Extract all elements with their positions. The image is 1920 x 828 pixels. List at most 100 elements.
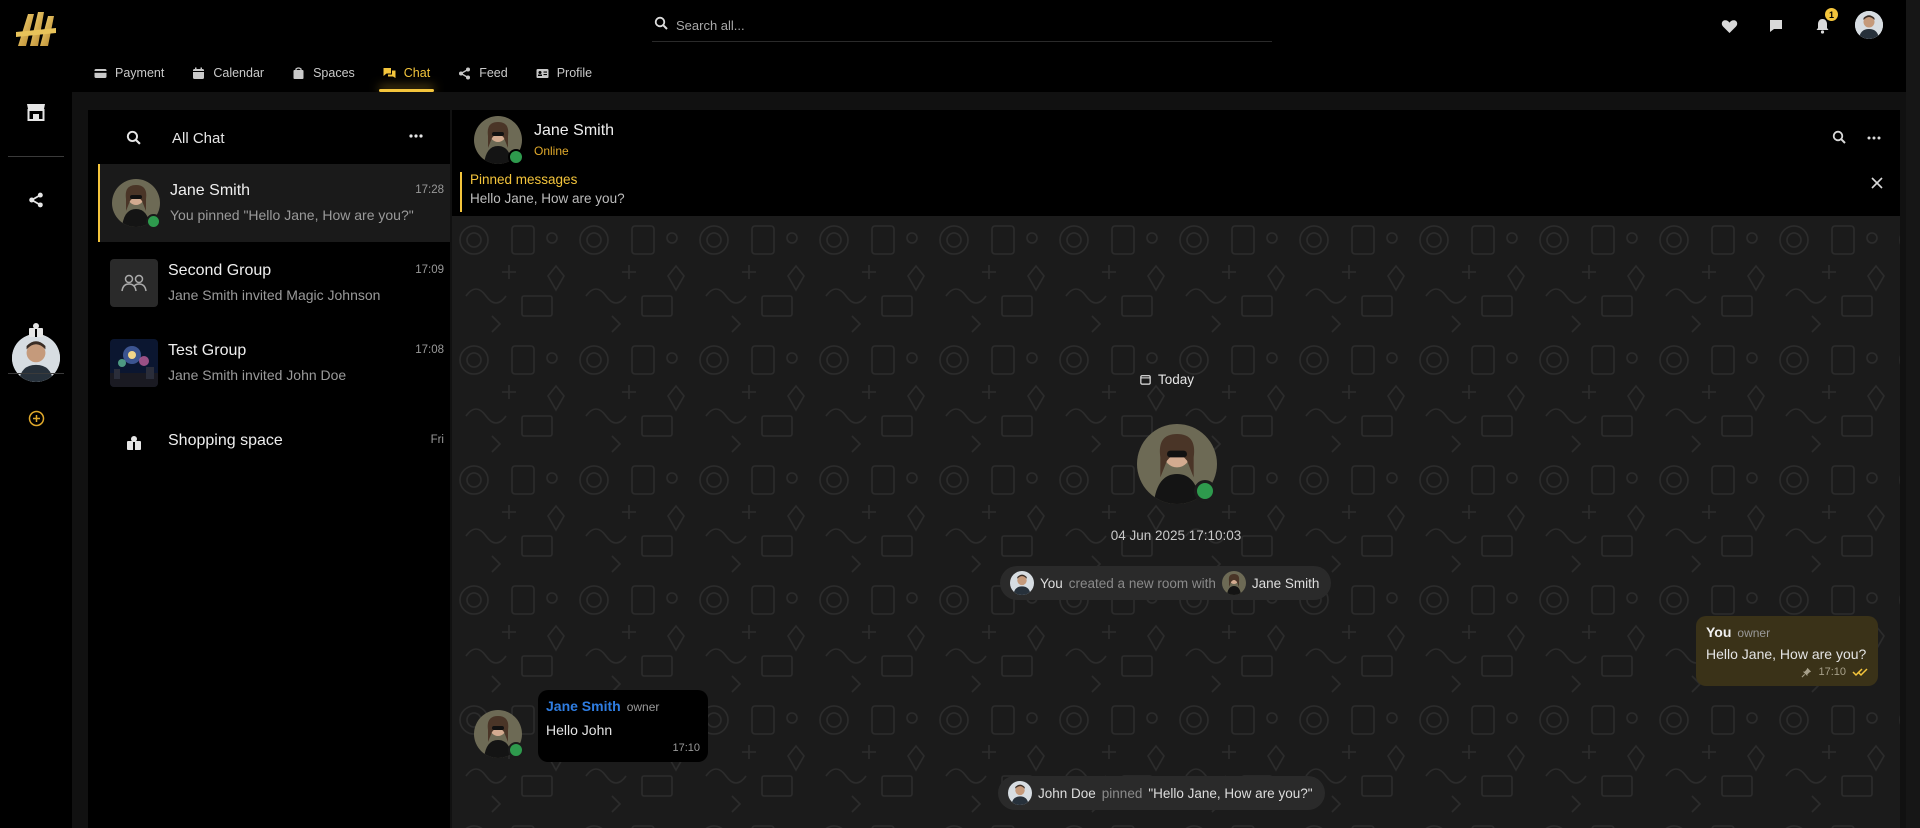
bell-icon xyxy=(1816,19,1828,34)
date-label: Today xyxy=(1158,372,1195,387)
room-created-timestamp: 04 Jun 2025 17:10:03 xyxy=(1110,528,1242,543)
conversation-panel: Jane Smith Online Pinned messages Hello … xyxy=(452,110,1900,828)
pin-icon xyxy=(1801,667,1812,677)
online-indicator xyxy=(1194,480,1216,502)
group-avatar xyxy=(110,259,158,307)
shopping-space-button[interactable] xyxy=(18,312,54,348)
more-options-icon[interactable] xyxy=(408,128,424,144)
tab-chat[interactable]: Chat xyxy=(369,54,444,92)
avatar xyxy=(1010,571,1034,595)
tab-feed[interactable]: Feed xyxy=(444,54,522,92)
left-rail xyxy=(0,92,72,828)
contact-name[interactable]: Jane Smith xyxy=(534,122,614,140)
close-icon[interactable] xyxy=(1870,176,1884,190)
avatar xyxy=(1221,571,1246,595)
tab-payment[interactable]: Payment xyxy=(80,54,178,92)
chat-list-panel: All Chat Jane Smith You pinned "Hello Ja… xyxy=(88,110,450,828)
share-button[interactable] xyxy=(18,182,54,218)
group-icon xyxy=(121,274,147,292)
online-indicator xyxy=(508,149,524,165)
chat-item-name: Second Group xyxy=(168,262,272,279)
store-button[interactable] xyxy=(18,94,54,130)
event-action: created a new room with xyxy=(1068,575,1216,591)
chat-item-preview: You pinned "Hello Jane, How are you?" xyxy=(170,207,414,223)
contact-status: Online xyxy=(534,144,569,158)
add-space-button[interactable] xyxy=(18,400,54,436)
tab-label: Payment xyxy=(115,66,165,80)
chat-item-name: Shopping space xyxy=(168,432,283,449)
rail-divider xyxy=(8,373,64,374)
notifications-badge: 1 xyxy=(1825,8,1838,21)
message-time: 17:10 xyxy=(1818,666,1846,678)
app-logo[interactable] xyxy=(14,6,58,50)
search-icon[interactable] xyxy=(126,130,141,145)
chat-item-shopping-space[interactable]: Shopping space Fri xyxy=(98,404,450,482)
chat-item-jane-smith[interactable]: Jane Smith You pinned "Hello Jane, How a… xyxy=(98,164,450,242)
chat-item-time: Fri xyxy=(430,434,444,446)
tab-profile[interactable]: Profile xyxy=(522,54,606,92)
tab-label: Chat xyxy=(403,66,431,80)
chat-item-time: 17:09 xyxy=(415,264,444,276)
avatar xyxy=(1008,781,1032,805)
user-avatar[interactable] xyxy=(1855,11,1883,39)
tab-label: Spaces xyxy=(313,66,355,80)
chat-item-name: Jane Smith xyxy=(170,182,251,199)
shop-icon xyxy=(127,436,141,450)
message-text: Hello John xyxy=(546,722,613,738)
spaces-icon xyxy=(293,66,304,79)
page-scrollbar[interactable] xyxy=(1906,0,1920,828)
event-quote: "Hello Jane, How are you?" xyxy=(1148,785,1313,801)
chat-item-second-group[interactable]: Second Group Jane Smith invited Magic Jo… xyxy=(98,244,450,322)
favorites-button[interactable] xyxy=(1717,14,1741,38)
notifications-button[interactable]: 1 xyxy=(1810,8,1838,38)
chat-item-test-group[interactable]: Test Group Jane Smith invited John Doe 1… xyxy=(98,324,450,402)
more-options-icon[interactable] xyxy=(1866,130,1882,146)
double-check-icon xyxy=(1852,668,1868,677)
outgoing-message[interactable]: You owner Hello Jane, How are you? 17:10 xyxy=(1696,616,1878,686)
system-message-pinned: John Doe pinned "Hello Jane, How are you… xyxy=(998,776,1325,810)
messages-button[interactable] xyxy=(1764,14,1788,38)
message-icon xyxy=(1770,20,1782,32)
message-text: Hello Jane, How are you? xyxy=(1706,646,1867,662)
plus-circle-icon xyxy=(28,410,44,426)
tab-label: Feed xyxy=(479,66,508,80)
group-avatar xyxy=(110,339,158,387)
sender-role: owner xyxy=(1737,626,1771,640)
date-divider: Today xyxy=(1140,372,1194,387)
incoming-message[interactable]: Jane Smith owner Hello John 17:10 xyxy=(538,690,708,762)
chat-item-preview: Jane Smith invited Magic Johnson xyxy=(168,287,381,303)
chat-icon xyxy=(383,67,396,78)
online-indicator xyxy=(508,742,524,758)
tab-label: Calendar xyxy=(213,66,265,80)
id-card-icon xyxy=(536,68,549,78)
store-icon xyxy=(27,104,45,121)
pinned-messages[interactable]: Pinned messages Hello Jane, How are you? xyxy=(460,172,1760,212)
tab-spaces[interactable]: Spaces xyxy=(278,54,369,92)
event-action: pinned xyxy=(1101,785,1143,801)
rail-divider xyxy=(8,156,64,157)
search-icon[interactable] xyxy=(1832,130,1846,144)
pinned-title: Pinned messages xyxy=(470,172,578,187)
credit-card-icon xyxy=(94,68,107,78)
chat-item-name: Test Group xyxy=(168,342,247,359)
space-avatar xyxy=(110,419,158,467)
chat-list-header: All Chat xyxy=(88,110,450,166)
sender-name[interactable]: Jane Smith xyxy=(546,698,621,714)
calendar-icon xyxy=(193,67,205,79)
message-sender: Jane Smith owner xyxy=(546,698,700,716)
conversation-header: Jane Smith Online Pinned messages Hello … xyxy=(452,110,1900,216)
share-icon xyxy=(29,192,43,208)
calendar-icon xyxy=(1140,375,1151,385)
share-icon xyxy=(459,67,471,79)
event-actor: John Doe xyxy=(1038,785,1096,801)
search-input[interactable] xyxy=(676,14,1256,36)
chat-list-title: All Chat xyxy=(172,130,225,147)
section-tabs: Payment Calendar Spaces Chat Feed Profil… xyxy=(80,54,606,92)
chat-item-preview: Jane Smith invited John Doe xyxy=(168,367,347,383)
sender-role: owner xyxy=(626,700,660,714)
top-bar: 1 xyxy=(0,0,1920,54)
tab-calendar[interactable]: Calendar xyxy=(178,54,278,92)
global-search xyxy=(652,8,1272,42)
message-meta: 17:10 xyxy=(1801,666,1868,678)
chat-item-time: 17:08 xyxy=(415,344,444,356)
